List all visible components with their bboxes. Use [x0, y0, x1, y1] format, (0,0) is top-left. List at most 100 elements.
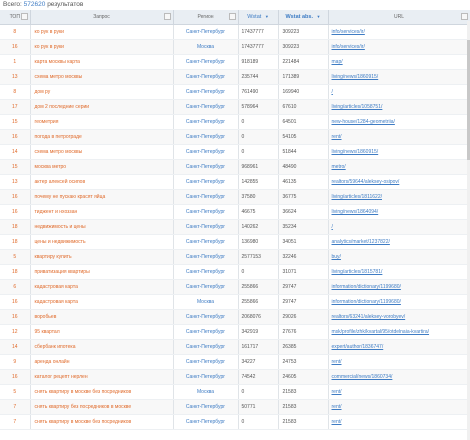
cell-region: Санкт-Петербург [173, 54, 239, 70]
table-row[interactable]: 14 схема метро москвы Санкт-Петербург 0 5184… [0, 144, 470, 160]
cell-wstat: 142855 [238, 174, 279, 190]
column-header-region[interactable]: Регион [173, 10, 239, 25]
table-row[interactable]: 7 снять квартиру без посредников в москве… [0, 399, 470, 415]
cell-url-link[interactable]: / [328, 219, 470, 235]
cell-region: Санкт-Петербург [173, 84, 239, 100]
table-row[interactable]: 1 карта москвы карта Санкт-Петербург 918189… [0, 54, 470, 70]
filter-icon[interactable] [228, 13, 236, 20]
table-row[interactable]: 18 приватизация квартиры Санкт-Петербург 0 3… [0, 264, 470, 280]
filter-icon[interactable] [20, 13, 28, 20]
cell-query: квартиру купить [30, 249, 174, 265]
table-row[interactable]: 16 почему не пускаю красят яйца Санкт-Пете… [0, 189, 470, 205]
table-row[interactable]: 16 тиджент и нхоззан Санкт-Петербург 46675 3… [0, 204, 470, 220]
cell-wstat-abs: 169940 [278, 84, 329, 100]
table-row[interactable]: 18 цены и недвижимость Санкт-Петербург 1369… [0, 234, 470, 250]
cell-url-link[interactable]: msk/profile/zhk/kvartal/95/otdelnaia-kva… [328, 324, 470, 340]
cell-url-link[interactable]: rent/ [328, 414, 470, 430]
cell-wstat-abs: 48490 [278, 159, 329, 175]
column-header-wstat[interactable]: Wstat ▼ [238, 10, 279, 25]
table-row[interactable]: 16 погода в петрограде Санкт-Петербург 0 541… [0, 129, 470, 145]
table-row[interactable]: 9 аренда онлайн Санкт-Петербург 34227 24753 r… [0, 354, 470, 370]
cell-url-link[interactable]: map/ [328, 54, 470, 70]
cell-wstat: 255866 [238, 279, 279, 295]
cell-url-link[interactable]: living/articles/1058751/ [328, 99, 470, 115]
cell-url-link[interactable]: commercial/news/1860734/ [328, 369, 470, 385]
cell-url-link[interactable]: information/dictionary/1199680/ [328, 279, 470, 295]
cell-url-link[interactable]: analytics/market/1237822/ [328, 234, 470, 250]
cell-wstat-abs: 24605 [278, 369, 329, 385]
table-row[interactable]: 16 воробьев Санкт-Петербург 2068076 29026 rea… [0, 309, 470, 325]
cell-region: Санкт-Петербург [173, 279, 239, 295]
cell-url-link[interactable]: information/dictionary/1199680/ [328, 294, 470, 310]
table-row[interactable]: 5 снять квартиру в москве без посредников… [0, 384, 470, 400]
table-row[interactable]: 14 сбербанк ипотека Санкт-Петербург 161717 2… [0, 339, 470, 355]
table-row[interactable]: 6 кадастровая карта Санкт-Петербург 255866 2… [0, 279, 470, 295]
table-row[interactable]: 15 геометрия Санкт-Петербург 0 64501 new-hous… [0, 114, 470, 130]
cell-top: 18 [0, 219, 31, 235]
table-row[interactable]: 17 дом 2 последние серии Санкт-Петербург 57… [0, 99, 470, 115]
cell-url-link[interactable]: living/articles/1811622/ [328, 189, 470, 205]
cell-url-link[interactable]: buy/ [328, 249, 470, 265]
sort-arrow-icon[interactable]: ▼ [265, 14, 269, 19]
table-row[interactable]: 18 недвижимость и цены Санкт-Петербург 1402… [0, 219, 470, 235]
cell-wstat: 0 [238, 384, 279, 400]
cell-url-link[interactable]: living/articles/1815781/ [328, 264, 470, 280]
column-label-url: URL [393, 14, 404, 20]
cell-wstat: 761490 [238, 84, 279, 100]
column-label-region: Регион [197, 14, 214, 20]
table-row[interactable]: 8 ко рук в руки Санкт-Петербург 17437777 309… [0, 24, 470, 40]
cell-url-link[interactable]: living/news/1860915/ [328, 69, 470, 85]
cell-wstat: 255866 [238, 294, 279, 310]
cell-region: Москва [173, 384, 239, 400]
cell-wstat-abs: 221484 [278, 54, 329, 70]
table-row[interactable]: 5 квартиру купить Санкт-Петербург 2577153 32… [0, 249, 470, 265]
table-row[interactable]: 16 кадастровая карта Москва 255866 29747 info… [0, 294, 470, 310]
cell-url-link[interactable]: realtors/59644/aleksey-osipov/ [328, 174, 470, 190]
cell-url-link[interactable]: rent/ [328, 399, 470, 415]
cell-url-link[interactable]: / [328, 84, 470, 100]
table-row[interactable]: 13 схема метро москвы Санкт-Петербург 23574… [0, 69, 470, 85]
table-header: ТОП Запрос Регион Wstat ▼ Wstat abs. ▼ U… [0, 10, 470, 25]
filter-icon[interactable] [163, 13, 171, 20]
cell-wstat-abs: 27676 [278, 324, 329, 340]
cell-url-link[interactable]: rent/ [328, 384, 470, 400]
column-header-top[interactable]: ТОП [0, 10, 31, 25]
cell-query: снять квартиру без посредников в москве [30, 399, 174, 415]
cell-url-link[interactable]: living/news/1864094/ [328, 204, 470, 220]
cell-url-link[interactable]: metro/ [328, 159, 470, 175]
cell-query: приватизация квартиры [30, 264, 174, 280]
cell-url-link[interactable]: info/services/ir/ [328, 24, 470, 40]
cell-url-link[interactable]: expert/author/1836747/ [328, 339, 470, 355]
table-row[interactable]: 15 москва метро Санкт-Петербург 968961 48490… [0, 159, 470, 175]
cell-wstat: 342919 [238, 324, 279, 340]
column-header-wstat-abs[interactable]: Wstat abs. ▼ [278, 10, 329, 25]
cell-url-link[interactable]: rent/ [328, 129, 470, 145]
table-row[interactable]: 16 каталог рецепт нерлен Санкт-Петербург 74… [0, 369, 470, 385]
cell-wstat: 17437777 [238, 24, 279, 40]
cell-url-link[interactable]: realtors/63241/aleksey-vorobyev/ [328, 309, 470, 325]
cell-url-link[interactable]: info/services/ir/ [328, 39, 470, 55]
column-header-url[interactable]: URL [328, 10, 470, 25]
cell-url-link[interactable]: new-house/1284-geometriia/ [328, 114, 470, 130]
cell-region: Москва [173, 294, 239, 310]
cell-wstat: 161717 [238, 339, 279, 355]
cell-url-link[interactable]: living/news/1860915/ [328, 144, 470, 160]
column-header-query[interactable]: Запрос [30, 10, 174, 25]
cell-region: Санкт-Петербург [173, 129, 239, 145]
cell-query: дом 2 последние серии [30, 99, 174, 115]
cell-wstat-abs: 24753 [278, 354, 329, 370]
table-row[interactable]: 8 дом ру Санкт-Петербург 761490 169940/ [0, 84, 470, 100]
table-row[interactable]: 12 95 квартал Санкт-Петербург 342919 27676 ms… [0, 324, 470, 340]
cell-wstat-abs: 29747 [278, 294, 329, 310]
cell-query: почему не пускаю красят яйца [30, 189, 174, 205]
cell-url-link[interactable]: rent/ [328, 354, 470, 370]
table-row[interactable]: 16 ко рук в руки Москва 17437777 309223 info/… [0, 39, 470, 55]
filter-icon[interactable] [460, 13, 468, 20]
sort-arrow-icon[interactable]: ▼ [317, 14, 321, 19]
cell-top: 13 [0, 69, 31, 85]
cell-query: каталог рецепт нерлен [30, 369, 174, 385]
cell-top: 17 [0, 99, 31, 115]
table-row[interactable]: 13 актер алексей осипов Санкт-Петербург 142… [0, 174, 470, 190]
table-row[interactable]: 7 снять квартиру в москве без посредников… [0, 414, 470, 430]
cell-query: схема метро москвы [30, 69, 174, 85]
